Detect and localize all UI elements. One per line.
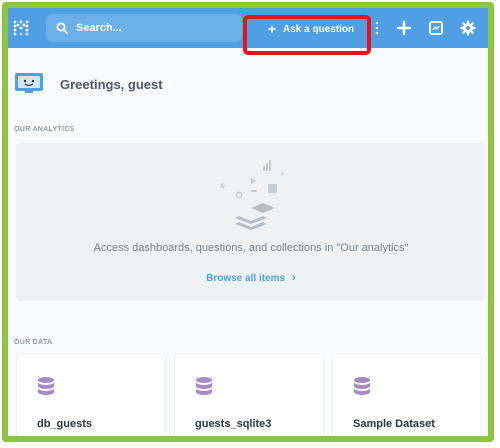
database-card[interactable]: db_guests xyxy=(16,353,166,436)
gear-icon[interactable] xyxy=(460,20,476,36)
database-icon xyxy=(38,377,54,395)
database-icon xyxy=(196,377,212,395)
empty-collection-illustration-icon xyxy=(220,160,285,230)
screenshot-frame: Search... + Ask a question Greetings, gu… xyxy=(2,2,494,442)
greeting-robot-icon xyxy=(15,73,43,93)
browse-all-items-label: Browse all items xyxy=(206,273,286,284)
more-dots-icon[interactable] xyxy=(374,20,380,36)
database-card[interactable]: guests_sqlite3 xyxy=(174,353,324,436)
browse-all-items-link[interactable]: Browse all items › xyxy=(16,270,486,284)
empty-state-message: Access dashboards, questions, and collec… xyxy=(93,242,409,254)
database-name: Sample Dataset xyxy=(353,418,435,430)
greeting-title: Greetings, guest xyxy=(60,77,163,92)
database-name: db_guests xyxy=(37,418,93,430)
database-card[interactable]: Sample Dataset xyxy=(332,353,482,436)
new-item-icon[interactable] xyxy=(396,20,412,36)
search-icon xyxy=(56,22,68,34)
search-placeholder: Search... xyxy=(76,22,122,34)
our-data-label: OUR DATA xyxy=(14,339,53,346)
dashboard-icon[interactable] xyxy=(428,20,444,36)
highlight-annotation xyxy=(243,15,371,55)
metabase-logo-icon[interactable] xyxy=(13,20,29,36)
database-name: guests_sqlite3 xyxy=(195,418,272,430)
chevron-right-icon: › xyxy=(291,270,296,284)
search-input[interactable]: Search... xyxy=(46,14,242,42)
database-icon xyxy=(354,377,370,395)
our-analytics-label: OUR ANALYTICS xyxy=(14,126,75,133)
